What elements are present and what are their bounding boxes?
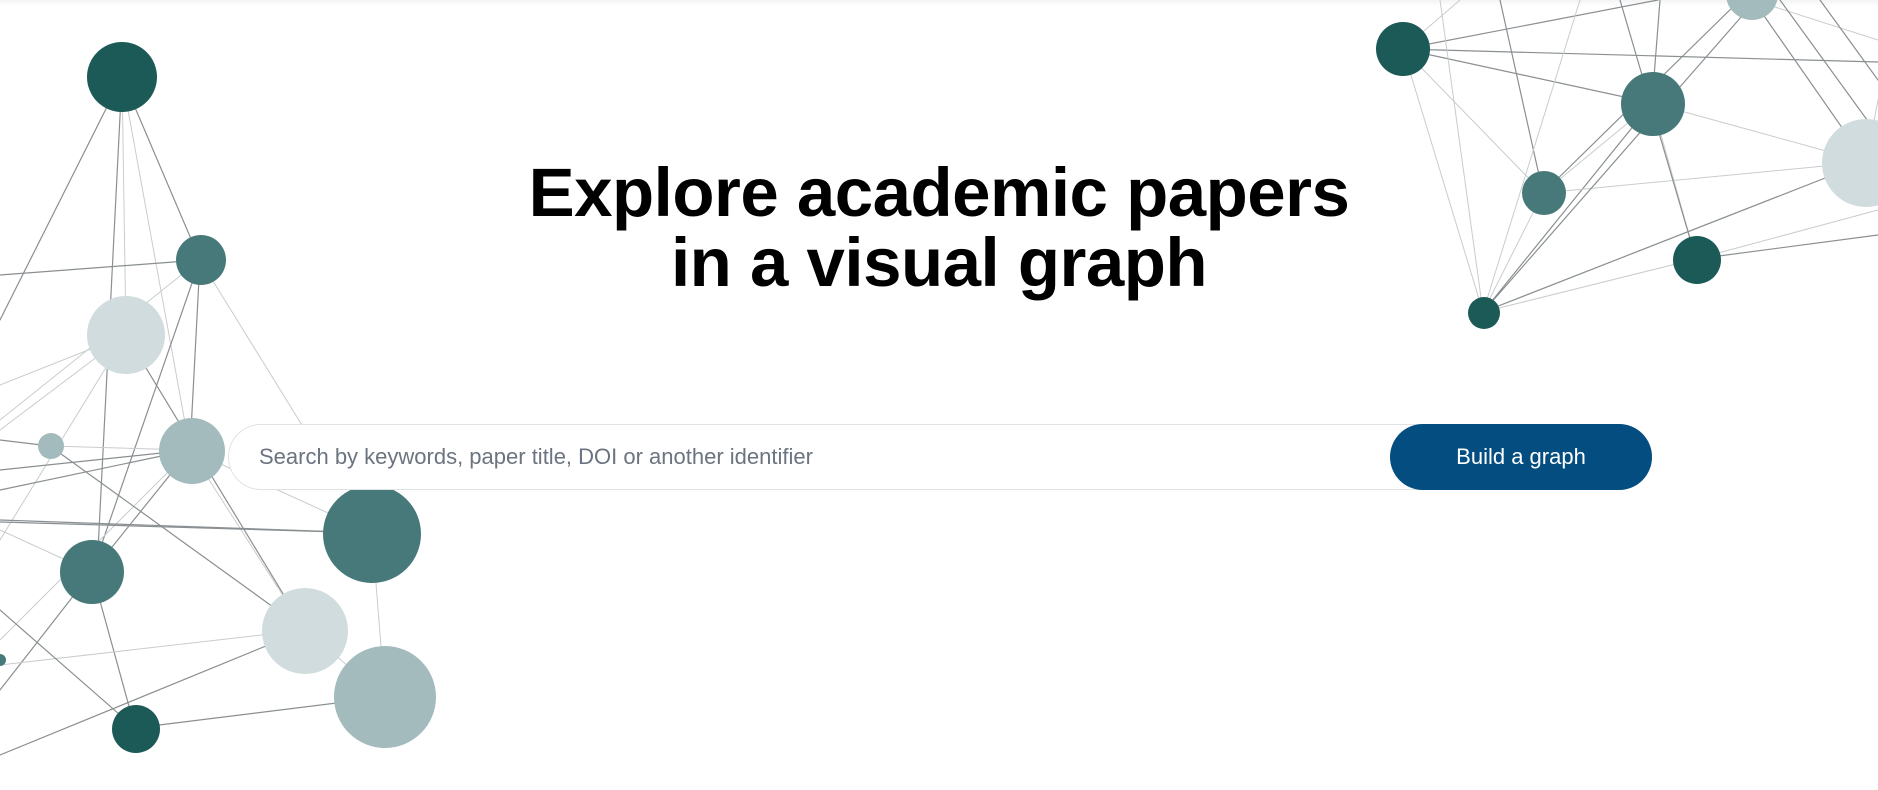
graph-node — [323, 485, 421, 583]
hero-section: Explore academic papers in a visual grap… — [0, 158, 1878, 298]
graph-node — [60, 540, 124, 604]
graph-nodes — [0, 0, 1878, 753]
graph-node — [87, 42, 157, 112]
page-title: Explore academic papers in a visual grap… — [0, 158, 1878, 298]
graph-node — [112, 705, 160, 753]
background-network-graph — [0, 0, 1878, 756]
graph-node — [1376, 22, 1430, 76]
graph-node — [1621, 72, 1685, 136]
graph-node — [1726, 0, 1778, 20]
graph-node — [159, 418, 225, 484]
landing-page: Explore academic papers in a visual grap… — [0, 0, 1878, 790]
search-bar: Build a graph — [228, 424, 1652, 490]
search-input[interactable] — [259, 425, 1389, 489]
graph-node — [262, 588, 348, 674]
graph-node — [1468, 297, 1500, 329]
page-title-line-1: Explore academic papers — [528, 154, 1350, 231]
graph-node — [334, 646, 436, 748]
page-title-line-2: in a visual graph — [671, 224, 1208, 301]
build-graph-button[interactable]: Build a graph — [1390, 424, 1652, 490]
graph-node — [38, 433, 64, 459]
graph-node — [87, 296, 165, 374]
